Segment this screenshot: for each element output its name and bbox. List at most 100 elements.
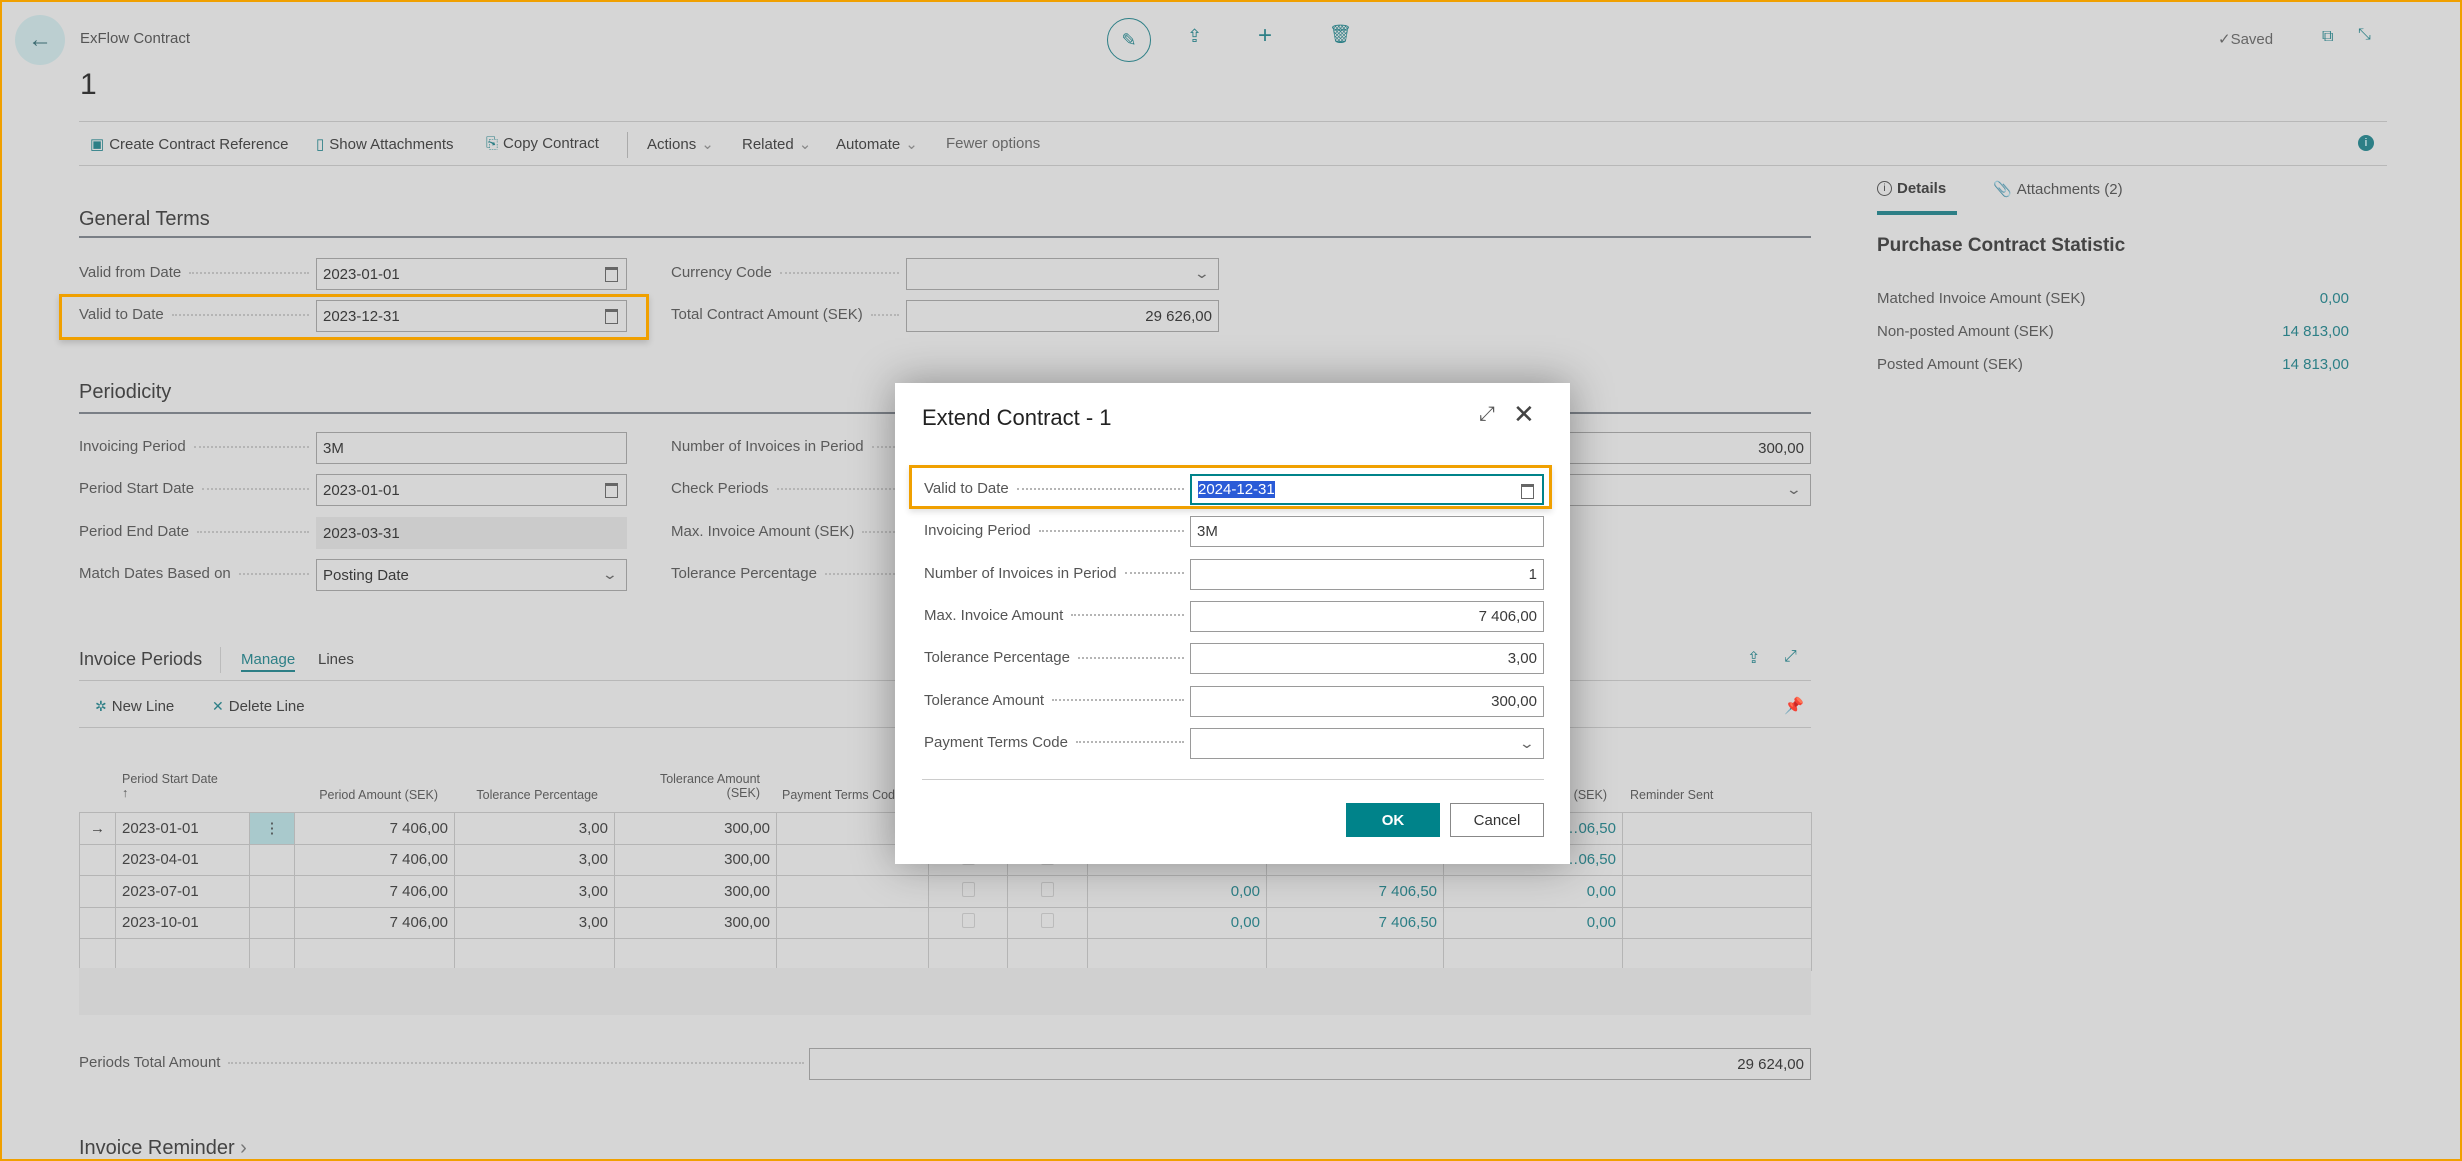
create-contract-reference-button[interactable]: ▣ Create Contract Reference	[90, 135, 288, 154]
match-dates-select[interactable]: Posting Date ⌄	[316, 559, 627, 591]
amount-cell[interactable]: 0,00	[1443, 906, 1623, 939]
col-period-start-date[interactable]: Period Start Date ↑	[122, 772, 218, 800]
row-indicator[interactable]: →	[79, 812, 116, 845]
row-menu[interactable]	[249, 906, 295, 939]
period-amount-cell[interactable]: 7 406,00	[294, 812, 455, 845]
row-menu[interactable]	[249, 875, 295, 908]
checkbox[interactable]	[961, 881, 975, 897]
period-start-cell[interactable]: 2023-04-01	[115, 843, 250, 876]
checkbox-cell[interactable]	[928, 875, 1008, 908]
tolerance-amount-cell[interactable]: 300,00	[614, 875, 777, 908]
row-menu[interactable]	[249, 843, 295, 876]
stat-value[interactable]: 14 813,00	[2282, 323, 2349, 340]
share-icon[interactable]: ⇪	[1187, 26, 1202, 47]
share-icon[interactable]: ⇪	[1747, 648, 1760, 668]
copy-contract-button[interactable]: ⎘ Copy Contract	[486, 135, 599, 152]
period-start-cell[interactable]: 2023-01-01	[115, 812, 250, 845]
fewer-options-button[interactable]: Fewer options	[946, 135, 1040, 152]
row-menu[interactable]: ⋮	[249, 812, 295, 845]
stat-value[interactable]: 14 813,00	[2282, 356, 2349, 373]
show-attachments-button[interactable]: ▯ Show Attachments	[316, 135, 454, 154]
ok-button[interactable]: OK	[1346, 803, 1440, 837]
amount-cell[interactable]: 7 406,50	[1266, 875, 1444, 908]
tolerance-percentage-cell[interactable]: 3,00	[454, 843, 615, 876]
tab-attachments[interactable]: 📎 Attachments (2)	[1993, 180, 2123, 199]
reminder-sent-cell[interactable]	[1622, 812, 1812, 845]
col-reminder-sent[interactable]: Reminder Sent	[1630, 788, 1713, 802]
amount-cell[interactable]: 7 406,50	[1266, 906, 1444, 939]
dialog-field-input[interactable]: 3,00	[1190, 643, 1544, 675]
row-indicator[interactable]	[79, 875, 116, 908]
open-new-window-icon[interactable]: ⧉	[2322, 28, 2333, 46]
calendar-icon[interactable]	[605, 267, 618, 282]
table-row[interactable]: 2023-07-01 7 406,00 3,00 300,00 0,00 7 4…	[79, 875, 1812, 908]
expand-icon[interactable]: ⤢	[1784, 648, 1797, 666]
empty-row[interactable]	[79, 938, 1812, 971]
period-amount-cell[interactable]: 7 406,00	[294, 875, 455, 908]
valid-to-date-input[interactable]: 2023-12-31	[316, 300, 627, 332]
checkbox[interactable]	[1041, 913, 1054, 929]
new-line-button[interactable]: ✲ New Line	[95, 698, 174, 715]
amount-cell[interactable]: 0,00	[1443, 875, 1623, 908]
tab-lines[interactable]: Lines	[318, 651, 354, 668]
checkbox-cell[interactable]	[1007, 906, 1088, 939]
currency-code-select[interactable]: ⌄	[906, 258, 1219, 290]
amount-cell[interactable]: 0,00	[1087, 906, 1267, 939]
col-payment-terms[interactable]: Payment Terms Cod	[782, 788, 895, 802]
actions-menu[interactable]: Actions ⌄	[647, 135, 714, 154]
period-start-date-input[interactable]: 2023-01-01	[316, 474, 627, 506]
period-amount-cell[interactable]: 7 406,00	[294, 906, 455, 939]
payment-terms-cell[interactable]	[776, 875, 929, 908]
reminder-sent-cell[interactable]	[1622, 906, 1812, 939]
tab-details[interactable]: i Details	[1877, 180, 1946, 197]
tab-manage[interactable]: Manage	[241, 651, 296, 672]
dialog-field-input[interactable]: 2024-12-31	[1190, 474, 1544, 505]
period-start-cell[interactable]: 2023-07-01	[115, 875, 250, 908]
dialog-field-input[interactable]: 1	[1190, 558, 1544, 590]
row-indicator[interactable]	[79, 843, 116, 876]
tolerance-percentage-cell[interactable]: 3,00	[454, 906, 615, 939]
checkbox-cell[interactable]	[928, 906, 1008, 939]
trash-icon[interactable]: 🗑	[1329, 24, 1352, 45]
payment-terms-cell[interactable]	[776, 906, 929, 939]
col-tolerance-amount[interactable]: Tolerance Amount (SEK)	[614, 772, 760, 800]
table-row[interactable]: 2023-10-01 7 406,00 3,00 300,00 0,00 7 4…	[79, 906, 1812, 939]
back-button[interactable]: ←	[15, 15, 65, 65]
reminder-sent-cell[interactable]	[1622, 875, 1812, 908]
col-amount-sek[interactable]: (SEK)	[1572, 788, 1607, 802]
cancel-button[interactable]: Cancel	[1450, 803, 1544, 837]
invoicing-period-input[interactable]: 3M	[316, 432, 627, 464]
dialog-field-input[interactable]: 3M	[1190, 516, 1544, 548]
amount-cell[interactable]: 0,00	[1087, 875, 1267, 908]
edit-button[interactable]: ✎	[1107, 18, 1151, 62]
calendar-icon[interactable]	[605, 483, 618, 498]
tolerance-amount-cell[interactable]: 300,00	[614, 906, 777, 939]
row-indicator[interactable]	[79, 906, 116, 939]
close-icon[interactable]: ✕	[1513, 399, 1535, 430]
pin-icon[interactable]: 📌	[1784, 696, 1804, 716]
stat-value[interactable]: 0,00	[2320, 290, 2349, 307]
calendar-icon[interactable]	[605, 309, 618, 324]
delete-line-button[interactable]: ✕ Delete Line	[212, 698, 305, 715]
section-invoice-reminder[interactable]: Invoice Reminder ›	[79, 1137, 247, 1160]
plus-icon[interactable]: +	[1258, 22, 1272, 50]
checkbox-cell[interactable]	[1007, 875, 1088, 908]
expand-icon[interactable]: ⤢	[1479, 403, 1495, 426]
checkbox[interactable]	[1041, 881, 1054, 897]
valid-from-date-input[interactable]: 2023-01-01	[316, 258, 627, 290]
collapse-icon[interactable]: ⤡	[2358, 26, 2371, 44]
tolerance-amount-cell[interactable]: 300,00	[614, 843, 777, 876]
col-period-amount[interactable]: Period Amount (SEK)	[294, 788, 438, 802]
period-start-cell[interactable]: 2023-10-01	[115, 906, 250, 939]
tolerance-percentage-cell[interactable]: 3,00	[454, 875, 615, 908]
tolerance-amount-cell[interactable]: 300,00	[614, 812, 777, 845]
automate-menu[interactable]: Automate ⌄	[836, 135, 918, 154]
dialog-field-input[interactable]: ⌄	[1190, 727, 1544, 759]
checkbox[interactable]	[961, 913, 975, 929]
tolerance-percentage-cell[interactable]: 3,00	[454, 812, 615, 845]
col-tolerance-percentage[interactable]: Tolerance Percentage	[454, 788, 598, 802]
period-amount-cell[interactable]: 7 406,00	[294, 843, 455, 876]
calendar-icon[interactable]	[1521, 484, 1534, 499]
reminder-sent-cell[interactable]	[1622, 843, 1812, 876]
dialog-field-input[interactable]: 7 406,00	[1190, 600, 1544, 632]
